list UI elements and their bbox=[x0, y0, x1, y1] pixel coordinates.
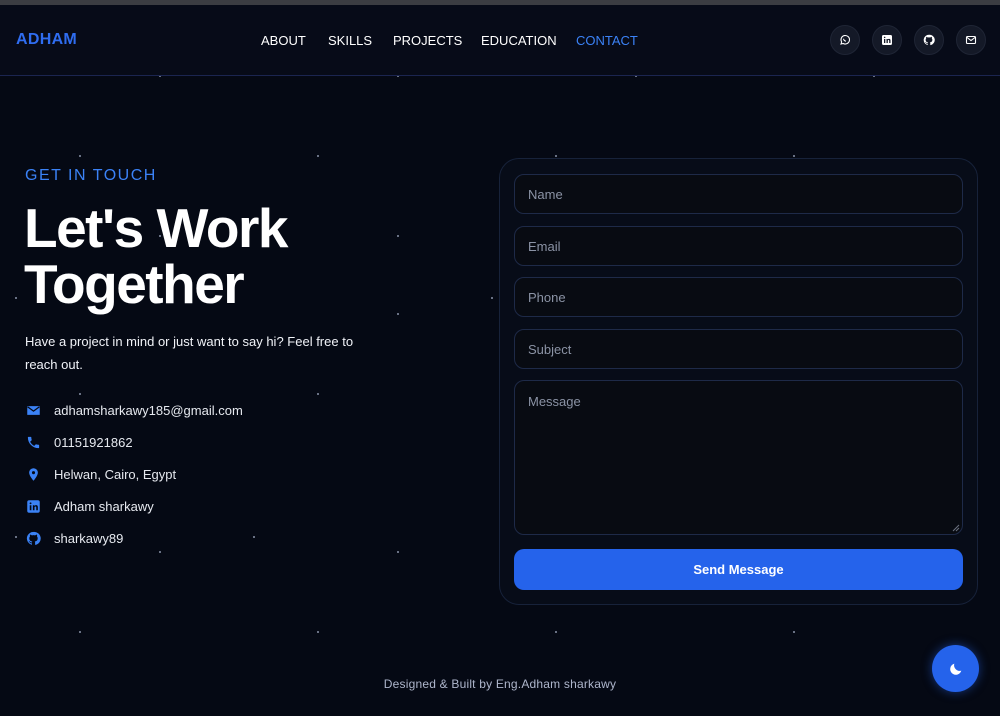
contact-linkedin-text: Adham sharkawy bbox=[54, 498, 154, 514]
linkedin-icon bbox=[882, 35, 892, 45]
github-button[interactable] bbox=[914, 25, 944, 55]
subject-field[interactable]: Subject bbox=[514, 329, 963, 369]
contact-location: Helwan, Cairo, Egypt bbox=[25, 466, 176, 482]
whatsapp-button[interactable] bbox=[830, 25, 860, 55]
theme-toggle-button[interactable] bbox=[932, 645, 979, 692]
phone-icon bbox=[25, 434, 41, 450]
contact-github-text: sharkawy89 bbox=[54, 530, 124, 546]
envelope-icon bbox=[25, 402, 41, 418]
nav-projects[interactable]: PROJECTS bbox=[393, 33, 462, 48]
site-header: ADHAM ABOUT SKILLS PROJECTS EDUCATION CO… bbox=[0, 5, 1000, 76]
resize-handle-icon[interactable] bbox=[952, 524, 960, 532]
github-icon bbox=[923, 34, 935, 46]
moon-icon bbox=[949, 663, 961, 675]
site-logo[interactable]: ADHAM bbox=[16, 31, 77, 49]
message-textarea[interactable]: Message bbox=[514, 380, 963, 535]
mail-icon bbox=[965, 35, 977, 45]
email-button[interactable] bbox=[956, 25, 986, 55]
page: ADHAM ABOUT SKILLS PROJECTS EDUCATION CO… bbox=[0, 0, 1000, 716]
nav-contact[interactable]: CONTACT bbox=[576, 33, 638, 48]
message-placeholder: Message bbox=[528, 394, 581, 409]
nav-education[interactable]: EDUCATION bbox=[481, 33, 557, 48]
nav-about[interactable]: ABOUT bbox=[261, 33, 306, 48]
contact-phone-text: 01151921862 bbox=[54, 434, 133, 450]
email-field[interactable]: Email bbox=[514, 226, 963, 266]
location-pin-icon bbox=[25, 466, 41, 482]
header-social-links bbox=[830, 25, 986, 55]
contact-linkedin[interactable]: Adham sharkawy bbox=[25, 498, 154, 514]
whatsapp-icon bbox=[840, 35, 851, 45]
phone-field[interactable]: Phone bbox=[514, 277, 963, 317]
contact-email-text: adhamsharkawy185@gmail.com bbox=[54, 402, 243, 418]
section-intro: Have a project in mind or just want to s… bbox=[25, 334, 354, 372]
contact-phone[interactable]: 01151921862 bbox=[25, 434, 133, 450]
section-eyebrow: GET IN TOUCH bbox=[25, 167, 157, 184]
linkedin-button[interactable] bbox=[872, 25, 902, 55]
github-icon bbox=[25, 530, 41, 546]
section-title: Let's Work Together bbox=[24, 197, 288, 315]
footer-credit: Designed & Built by Eng.Adham sharkawy bbox=[383, 677, 617, 691]
title-line-1: Let's Work bbox=[24, 197, 288, 259]
name-field[interactable]: Name bbox=[514, 174, 963, 214]
send-message-button[interactable]: Send Message bbox=[514, 549, 963, 590]
title-line-2: Together bbox=[24, 253, 245, 315]
contact-github[interactable]: sharkawy89 bbox=[25, 530, 123, 546]
contact-email[interactable]: adhamsharkawy185@gmail.com bbox=[25, 402, 243, 418]
linkedin-icon bbox=[25, 498, 41, 514]
contact-location-text: Helwan, Cairo, Egypt bbox=[54, 466, 177, 482]
contact-form: Name Email Phone Subject Message Send Me… bbox=[499, 158, 978, 605]
nav-skills[interactable]: SKILLS bbox=[328, 33, 372, 48]
